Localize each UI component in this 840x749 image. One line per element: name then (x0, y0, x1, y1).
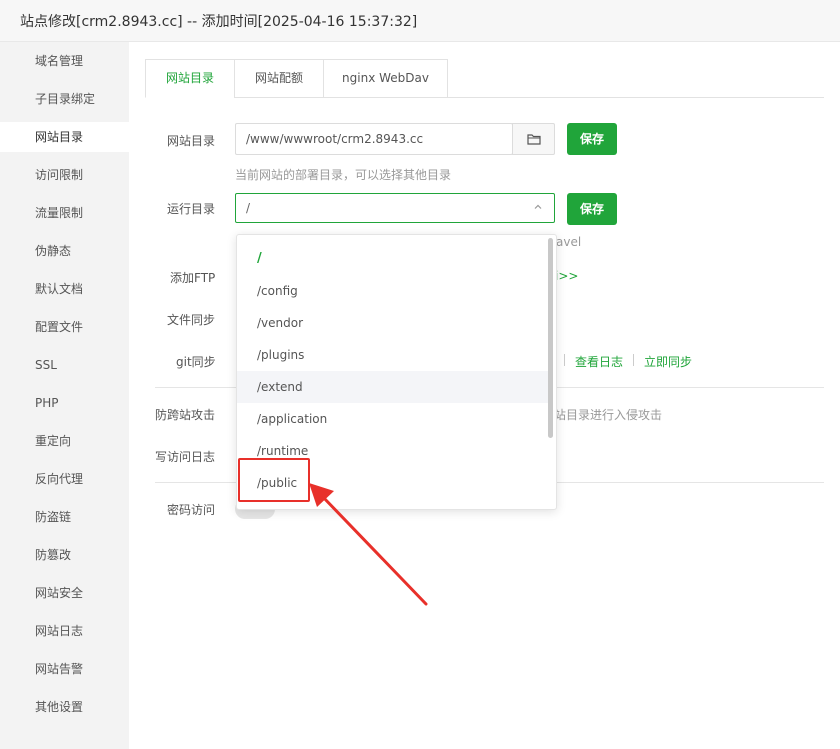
git-sync-label: git同步 (176, 355, 216, 369)
sidebar-item-php[interactable]: PHP (0, 388, 129, 418)
dropdown-option[interactable]: /plugins (237, 339, 550, 371)
file-sync-label: 文件同步 (167, 313, 216, 327)
sidebar-item-site-dir[interactable]: 网站目录 (0, 122, 129, 152)
run-dir-save-button[interactable]: 保存 (567, 193, 617, 225)
separator (564, 354, 565, 366)
sidebar-item-subdir-binding[interactable]: 子目录绑定 (0, 84, 129, 114)
view-log-link[interactable]: 查看日志 (575, 353, 623, 370)
sidebar-item-config-file[interactable]: 配置文件 (0, 312, 129, 342)
site-dir-label: 网站目录 (167, 134, 216, 148)
sidebar-item-reverse-proxy[interactable]: 反向代理 (0, 464, 129, 494)
dropdown-scrollbar[interactable] (548, 238, 553, 438)
tab-nginx-webdav[interactable]: nginx WebDav (323, 59, 448, 98)
sidebar-item-default-doc[interactable]: 默认文档 (0, 274, 129, 304)
run-dir-select-value: / (246, 201, 251, 215)
sidebar-item-site-log[interactable]: 网站日志 (0, 616, 129, 646)
separator (633, 354, 634, 366)
sidebar-item-domain[interactable]: 域名管理 (0, 46, 129, 76)
dropdown-option[interactable]: /extend (237, 371, 550, 403)
dropdown-option[interactable]: / (237, 243, 550, 275)
anti-xss-hint-tail: 站目录进行入侵攻击 (554, 408, 663, 422)
password-access-label: 密码访问 (167, 503, 216, 517)
sidebar-item-traffic-limit[interactable]: 流量限制 (0, 198, 129, 228)
sidebar-item-other-settings[interactable]: 其他设置 (0, 692, 129, 722)
chevron-up-icon (534, 204, 542, 209)
dropdown-option[interactable]: /vendor (237, 307, 550, 339)
run-dir-hint-tail: avel (556, 235, 582, 249)
sidebar-item-ssl[interactable]: SSL (0, 350, 129, 380)
run-dir-select[interactable]: / (235, 193, 555, 223)
sidebar-item-rewrite[interactable]: 伪静态 (0, 236, 129, 266)
folder-icon (526, 134, 541, 145)
dropdown-option[interactable]: /application (237, 403, 550, 435)
run-dir-label: 运行目录 (167, 202, 216, 216)
sidebar-item-site-alert[interactable]: 网站告警 (0, 654, 129, 684)
site-dir-save-button[interactable]: 保存 (567, 123, 617, 155)
folder-browse-button[interactable] (512, 123, 555, 155)
window-title: 站点修改[crm2.8943.cc] -- 添加时间[2025-04-16 15… (20, 14, 418, 30)
sidebar-item-access-limit[interactable]: 访问限制 (0, 160, 129, 190)
site-dir-hint: 当前网站的部署目录，可以选择其他目录 (235, 168, 452, 182)
tab-site-quota[interactable]: 网站配额 (234, 59, 324, 98)
dropdown-option[interactable]: /config (237, 275, 550, 307)
ftp-label: 添加FTP (170, 271, 216, 285)
site-dir-input[interactable]: /www/wwwroot/crm2.8943.cc (235, 123, 513, 155)
annotation-highlight-box (238, 458, 310, 502)
sidebar-item-tamper-proof[interactable]: 防篡改 (0, 540, 129, 570)
ftp-link-tail[interactable]: i>> (555, 269, 578, 283)
sync-now-link[interactable]: 立即同步 (644, 353, 692, 370)
access-log-label: 写访问日志 (155, 450, 216, 464)
sidebar-item-hotlink[interactable]: 防盗链 (0, 502, 129, 532)
window-titlebar: 站点修改[crm2.8943.cc] -- 添加时间[2025-04-16 15… (0, 0, 840, 42)
sidebar-item-site-security[interactable]: 网站安全 (0, 578, 129, 608)
sidebar: 域名管理 子目录绑定 网站目录 访问限制 流量限制 伪静态 默认文档 配置文件 … (0, 42, 129, 749)
anti-xss-label: 防跨站攻击 (155, 408, 216, 422)
tab-site-dir[interactable]: 网站目录 (145, 59, 235, 98)
sidebar-item-redirect[interactable]: 重定向 (0, 426, 129, 456)
